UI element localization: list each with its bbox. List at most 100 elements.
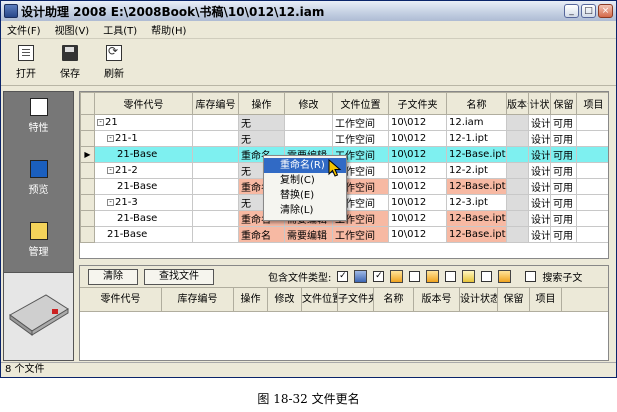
stock-cell[interactable] <box>192 178 239 195</box>
ver-cell[interactable] <box>506 178 529 195</box>
action-cell[interactable]: 重命名 <box>238 226 285 243</box>
part-number-cell[interactable]: -21 <box>94 114 193 131</box>
search-column-header[interactable]: 保留 <box>498 288 530 311</box>
search-subfolder-checkbox[interactable] <box>525 271 537 282</box>
row-header[interactable] <box>80 114 95 131</box>
find-files-button[interactable]: 查找文件 <box>144 268 214 285</box>
modify-cell[interactable] <box>284 114 333 131</box>
column-header[interactable]: 计状 <box>528 92 551 115</box>
status-cell[interactable]: 设计 <box>528 130 551 147</box>
ver-cell[interactable] <box>506 226 529 243</box>
keep-cell[interactable]: 可用 <box>550 178 577 195</box>
menu-file[interactable]: 文件(F) <box>7 22 41 37</box>
search-column-header[interactable]: 操作 <box>234 288 268 311</box>
stock-cell[interactable] <box>192 114 239 131</box>
sidebar-item-preview[interactable]: 预览 <box>4 160 73 196</box>
part-number-cell[interactable]: 21-Base <box>94 146 193 163</box>
row-header[interactable] <box>80 130 95 147</box>
column-header[interactable]: 修改 <box>284 92 333 115</box>
part-number-cell[interactable]: -21-3 <box>94 194 193 211</box>
project-cell[interactable] <box>576 162 608 179</box>
search-column-header[interactable]: 项目 <box>530 288 562 311</box>
keep-cell[interactable]: 可用 <box>550 226 577 243</box>
folder-cell[interactable]: 10\012 <box>388 194 447 211</box>
location-cell[interactable]: 工作空间 <box>332 130 389 147</box>
search-column-header[interactable]: 名称 <box>374 288 414 311</box>
status-cell[interactable]: 设计 <box>528 114 551 131</box>
folder-cell[interactable]: 10\012 <box>388 130 447 147</box>
folder-cell[interactable]: 10\012 <box>388 114 447 131</box>
collapse-icon[interactable]: - <box>97 118 104 126</box>
project-cell[interactable] <box>576 114 608 131</box>
folder-cell[interactable]: 10\012 <box>388 226 447 243</box>
filetype-checkbox-4[interactable] <box>445 271 457 282</box>
search-column-header[interactable]: 版本号 <box>414 288 460 311</box>
minimize-button[interactable]: _ <box>564 4 579 18</box>
menu-view[interactable]: 视图(V) <box>55 22 90 37</box>
part-number-cell[interactable]: 21-Base <box>94 210 193 227</box>
location-cell[interactable]: 工作空间 <box>332 114 389 131</box>
project-cell[interactable] <box>576 146 608 163</box>
modify-cell[interactable] <box>284 130 333 147</box>
column-header[interactable]: 项目 <box>576 92 608 115</box>
status-cell[interactable]: 设计 <box>528 146 551 163</box>
keep-cell[interactable]: 可用 <box>550 210 577 227</box>
file-cell[interactable]: 12-Base.ipt <box>446 146 507 163</box>
search-column-header[interactable]: 零件代号 <box>80 288 162 311</box>
menu-tools[interactable]: 工具(T) <box>103 22 137 37</box>
part-number-cell[interactable]: 21-Base <box>94 226 193 243</box>
status-cell[interactable]: 设计 <box>528 226 551 243</box>
file-cell[interactable]: 12.iam <box>446 114 507 131</box>
row-header[interactable] <box>80 162 95 179</box>
project-cell[interactable] <box>576 178 608 195</box>
file-cell[interactable]: 12-Base.ipt <box>446 210 507 227</box>
keep-cell[interactable]: 可用 <box>550 194 577 211</box>
row-header[interactable]: ▶ <box>80 146 95 163</box>
menu-help[interactable]: 帮助(H) <box>151 22 186 37</box>
filetype-checkbox-1[interactable]: ✓ <box>337 271 349 282</box>
part-number-cell[interactable]: -21-1 <box>94 130 193 147</box>
keep-cell[interactable]: 可用 <box>550 130 577 147</box>
file-cell[interactable]: 12-Base.ipt <box>446 178 507 195</box>
modify-cell[interactable]: 需要编辑 <box>284 226 333 243</box>
file-cell[interactable]: 12-1.ipt <box>446 130 507 147</box>
part-number-cell[interactable]: -21-2 <box>94 162 193 179</box>
file-cell[interactable]: 12-2.ipt <box>446 162 507 179</box>
menu-item-clear[interactable]: 清除(L) <box>264 203 346 218</box>
save-button[interactable]: 保存 <box>55 40 85 85</box>
row-header[interactable] <box>80 210 95 227</box>
sidebar-item-properties[interactable]: 特性 <box>4 98 73 134</box>
ver-cell[interactable] <box>506 146 529 163</box>
column-header[interactable]: 名称 <box>446 92 507 115</box>
status-cell[interactable]: 设计 <box>528 178 551 195</box>
maximize-button[interactable]: □ <box>581 4 596 18</box>
filetype-checkbox-2[interactable]: ✓ <box>373 271 385 282</box>
column-header[interactable]: 子文件夹 <box>388 92 447 115</box>
project-cell[interactable] <box>576 226 608 243</box>
table-row[interactable]: -21 无 工作空间 10\012 12.iam 设计 可用 <box>80 114 608 131</box>
folder-cell[interactable]: 10\012 <box>388 178 447 195</box>
stock-cell[interactable] <box>192 146 239 163</box>
title-bar[interactable]: 设计助理 2008 E:\2008Book\书稿\10\012\12.iam _… <box>1 1 616 21</box>
column-header[interactable]: 零件代号 <box>94 92 193 115</box>
status-cell[interactable]: 设计 <box>528 194 551 211</box>
search-column-header[interactable]: 子文件夹 <box>338 288 374 311</box>
file-cell[interactable]: 12-3.ipt <box>446 194 507 211</box>
ver-cell[interactable] <box>506 162 529 179</box>
ver-cell[interactable] <box>506 194 529 211</box>
status-cell[interactable]: 设计 <box>528 162 551 179</box>
search-column-header[interactable]: 设计状态 <box>460 288 498 311</box>
open-button[interactable]: 打开 <box>11 40 41 85</box>
clear-button[interactable]: 清除 <box>88 268 138 285</box>
column-header[interactable]: 库存编号 <box>192 92 239 115</box>
ver-cell[interactable] <box>506 210 529 227</box>
column-header[interactable]: 版本号 <box>506 92 529 115</box>
refresh-button[interactable]: 刷新 <box>99 40 129 85</box>
ver-cell[interactable] <box>506 130 529 147</box>
filetype-checkbox-3[interactable] <box>409 271 421 282</box>
search-column-header[interactable]: 库存编号 <box>162 288 234 311</box>
stock-cell[interactable] <box>192 226 239 243</box>
sidebar-item-manage[interactable]: 管理 <box>4 222 73 258</box>
keep-cell[interactable]: 可用 <box>550 114 577 131</box>
search-column-header[interactable]: 修改 <box>268 288 302 311</box>
